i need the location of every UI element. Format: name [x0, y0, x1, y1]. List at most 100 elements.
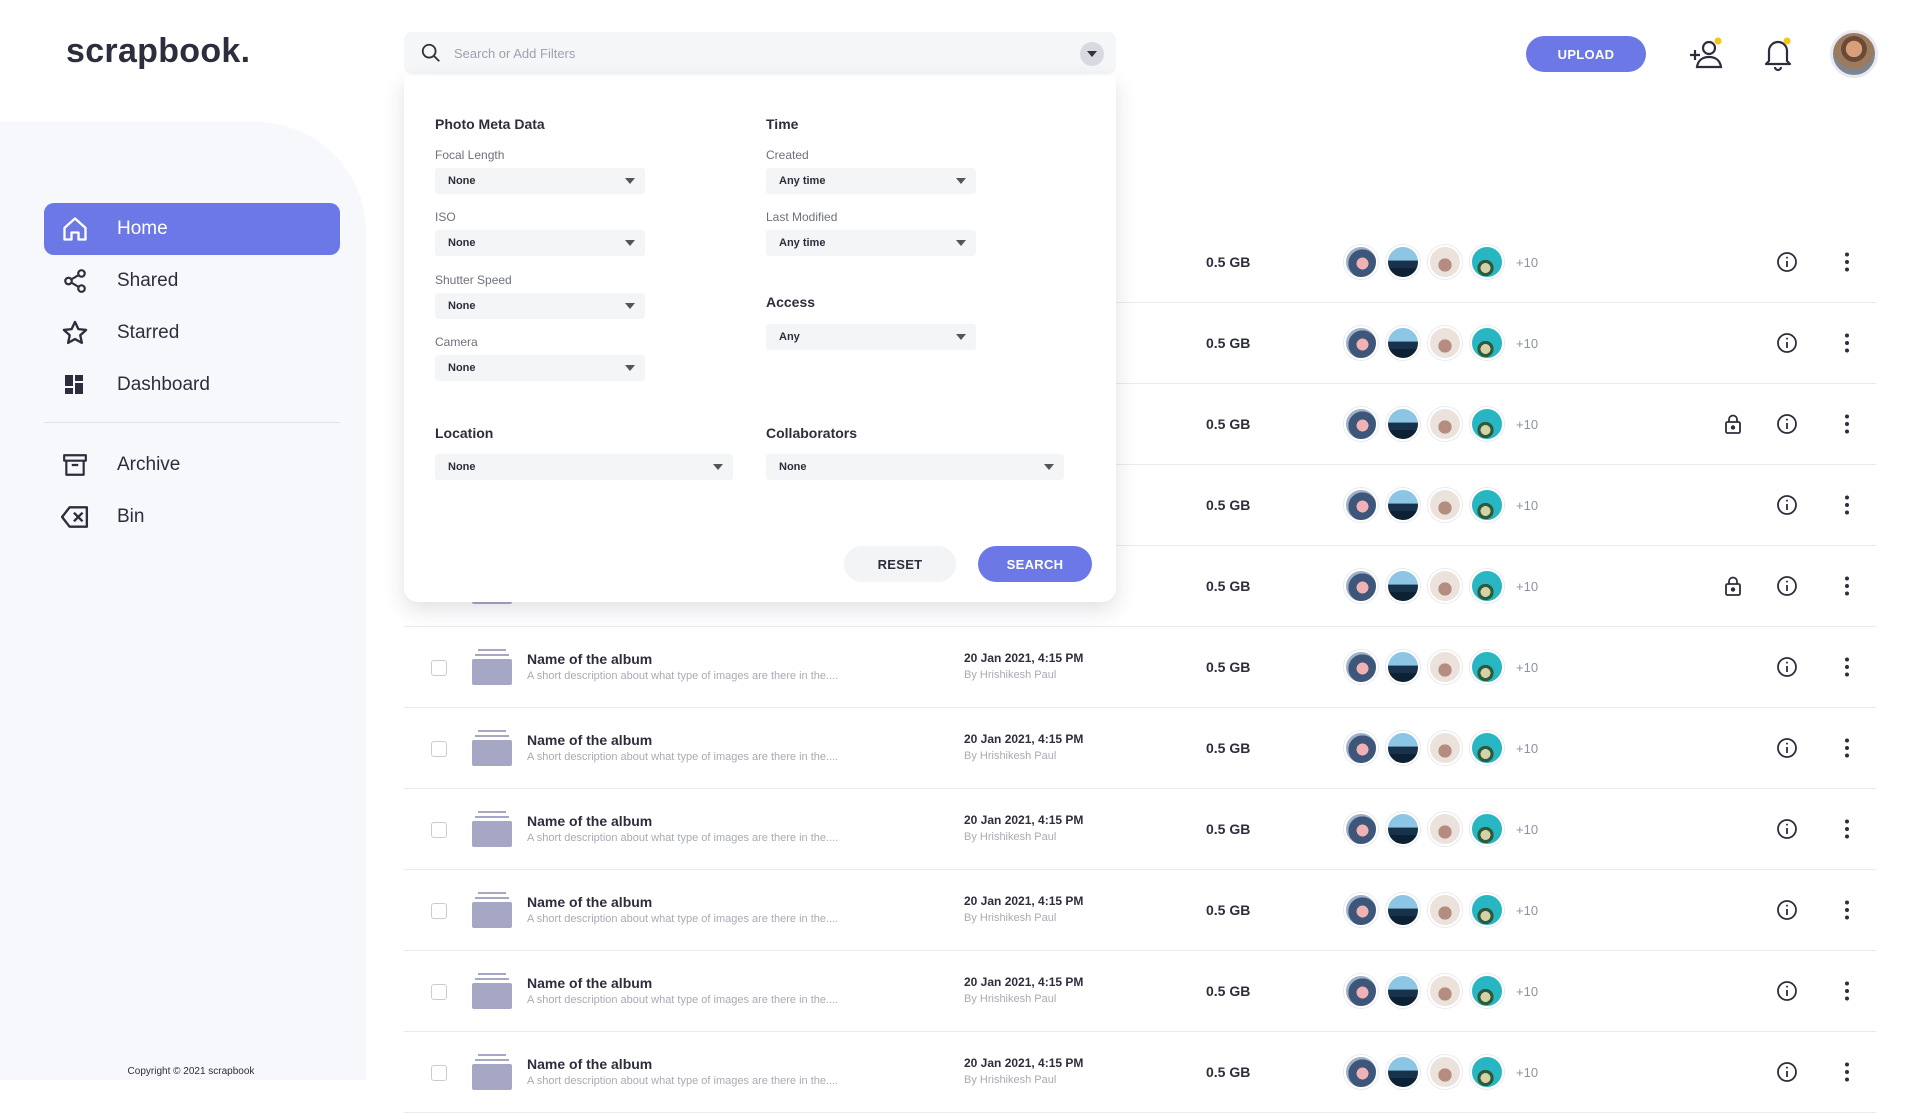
thumbnail-stack[interactable]: +10: [1344, 1055, 1538, 1089]
album-name[interactable]: Name of the album: [527, 1056, 652, 1072]
thumbnail[interactable]: [1428, 650, 1462, 684]
more-count[interactable]: +10: [1516, 1065, 1538, 1080]
thumbnail-stack[interactable]: +10: [1344, 812, 1538, 846]
info-icon[interactable]: [1776, 251, 1798, 273]
more-options-icon[interactable]: [1836, 980, 1858, 1002]
table-row[interactable]: Name of the album A short description abo…: [404, 708, 1876, 789]
more-count[interactable]: +10: [1516, 660, 1538, 675]
thumbnail-stack[interactable]: +10: [1344, 650, 1538, 684]
thumbnail-stack[interactable]: +10: [1344, 488, 1538, 522]
info-icon[interactable]: [1776, 413, 1798, 435]
thumbnail[interactable]: [1344, 1055, 1378, 1089]
thumbnail[interactable]: [1470, 974, 1504, 1008]
sidebar-item-shared[interactable]: Shared: [44, 255, 340, 307]
thumbnail[interactable]: [1344, 245, 1378, 279]
more-count[interactable]: +10: [1516, 336, 1538, 351]
table-row[interactable]: Name of the album A short description abo…: [404, 870, 1876, 951]
info-icon[interactable]: [1776, 656, 1798, 678]
more-count[interactable]: +10: [1516, 984, 1538, 999]
album-name[interactable]: Name of the album: [527, 651, 652, 667]
reset-button[interactable]: RESET: [844, 546, 956, 582]
access-select[interactable]: Any: [766, 324, 976, 350]
app-logo[interactable]: scrapbook.: [66, 32, 250, 71]
upload-button[interactable]: UPLOAD: [1526, 36, 1646, 72]
thumbnail[interactable]: [1470, 1055, 1504, 1089]
thumbnail[interactable]: [1428, 974, 1462, 1008]
avatar[interactable]: [1830, 30, 1878, 78]
thumbnail[interactable]: [1428, 731, 1462, 765]
thumbnail[interactable]: [1386, 569, 1420, 603]
thumbnail[interactable]: [1470, 731, 1504, 765]
row-checkbox[interactable]: [431, 741, 447, 757]
info-icon[interactable]: [1776, 980, 1798, 1002]
thumbnail[interactable]: [1386, 812, 1420, 846]
thumbnail[interactable]: [1344, 407, 1378, 441]
thumbnail[interactable]: [1470, 893, 1504, 927]
album-name[interactable]: Name of the album: [527, 732, 652, 748]
info-icon[interactable]: [1776, 899, 1798, 921]
row-checkbox[interactable]: [431, 1065, 447, 1081]
album-name[interactable]: Name of the album: [527, 975, 652, 991]
info-icon[interactable]: [1776, 494, 1798, 516]
thumbnail-stack[interactable]: +10: [1344, 245, 1538, 279]
table-row[interactable]: Name of the album A short description abo…: [404, 627, 1876, 708]
more-options-icon[interactable]: [1836, 575, 1858, 597]
more-count[interactable]: +10: [1516, 498, 1538, 513]
info-icon[interactable]: [1776, 818, 1798, 840]
sidebar-item-bin[interactable]: Bin: [44, 491, 340, 543]
thumbnail-stack[interactable]: +10: [1344, 569, 1538, 603]
sidebar-item-dashboard[interactable]: Dashboard: [44, 359, 340, 411]
row-checkbox[interactable]: [431, 984, 447, 1000]
collaborators-select[interactable]: None: [766, 454, 1064, 480]
thumbnail[interactable]: [1344, 731, 1378, 765]
sidebar-item-starred[interactable]: Starred: [44, 307, 340, 359]
search-button[interactable]: SEARCH: [978, 546, 1092, 582]
more-options-icon[interactable]: [1836, 413, 1858, 435]
more-count[interactable]: +10: [1516, 903, 1538, 918]
info-icon[interactable]: [1776, 332, 1798, 354]
thumbnail[interactable]: [1386, 326, 1420, 360]
created-select[interactable]: Any time: [766, 168, 976, 194]
thumbnail[interactable]: [1386, 407, 1420, 441]
thumbnail[interactable]: [1428, 407, 1462, 441]
more-count[interactable]: +10: [1516, 822, 1538, 837]
more-options-icon[interactable]: [1836, 656, 1858, 678]
row-checkbox[interactable]: [431, 660, 447, 676]
focal-length-select[interactable]: None: [435, 168, 645, 194]
thumbnail-stack[interactable]: +10: [1344, 731, 1538, 765]
table-row[interactable]: Name of the album A short description abo…: [404, 951, 1876, 1032]
thumbnail-stack[interactable]: +10: [1344, 326, 1538, 360]
thumbnail[interactable]: [1386, 974, 1420, 1008]
thumbnail[interactable]: [1428, 1055, 1462, 1089]
thumbnail[interactable]: [1470, 407, 1504, 441]
thumbnail[interactable]: [1344, 326, 1378, 360]
more-options-icon[interactable]: [1836, 332, 1858, 354]
info-icon[interactable]: [1776, 737, 1798, 759]
thumbnail[interactable]: [1470, 569, 1504, 603]
more-count[interactable]: +10: [1516, 741, 1538, 756]
thumbnail[interactable]: [1344, 893, 1378, 927]
more-count[interactable]: +10: [1516, 255, 1538, 270]
album-name[interactable]: Name of the album: [527, 813, 652, 829]
row-checkbox[interactable]: [431, 903, 447, 919]
more-options-icon[interactable]: [1836, 494, 1858, 516]
search-bar[interactable]: [404, 32, 1116, 74]
info-icon[interactable]: [1776, 575, 1798, 597]
album-name[interactable]: Name of the album: [527, 894, 652, 910]
thumbnail[interactable]: [1386, 1055, 1420, 1089]
search-input[interactable]: [454, 45, 1034, 61]
thumbnail[interactable]: [1428, 488, 1462, 522]
thumbnail[interactable]: [1344, 812, 1378, 846]
thumbnail[interactable]: [1428, 569, 1462, 603]
thumbnail[interactable]: [1428, 326, 1462, 360]
camera-select[interactable]: None: [435, 355, 645, 381]
thumbnail-stack[interactable]: +10: [1344, 407, 1538, 441]
thumbnail-stack[interactable]: +10: [1344, 974, 1538, 1008]
thumbnail[interactable]: [1470, 812, 1504, 846]
table-row[interactable]: Name of the album A short description abo…: [404, 1032, 1876, 1113]
location-select[interactable]: None: [435, 454, 733, 480]
thumbnail[interactable]: [1386, 488, 1420, 522]
more-count[interactable]: +10: [1516, 579, 1538, 594]
sidebar-item-archive[interactable]: Archive: [44, 439, 340, 491]
thumbnail[interactable]: [1344, 488, 1378, 522]
